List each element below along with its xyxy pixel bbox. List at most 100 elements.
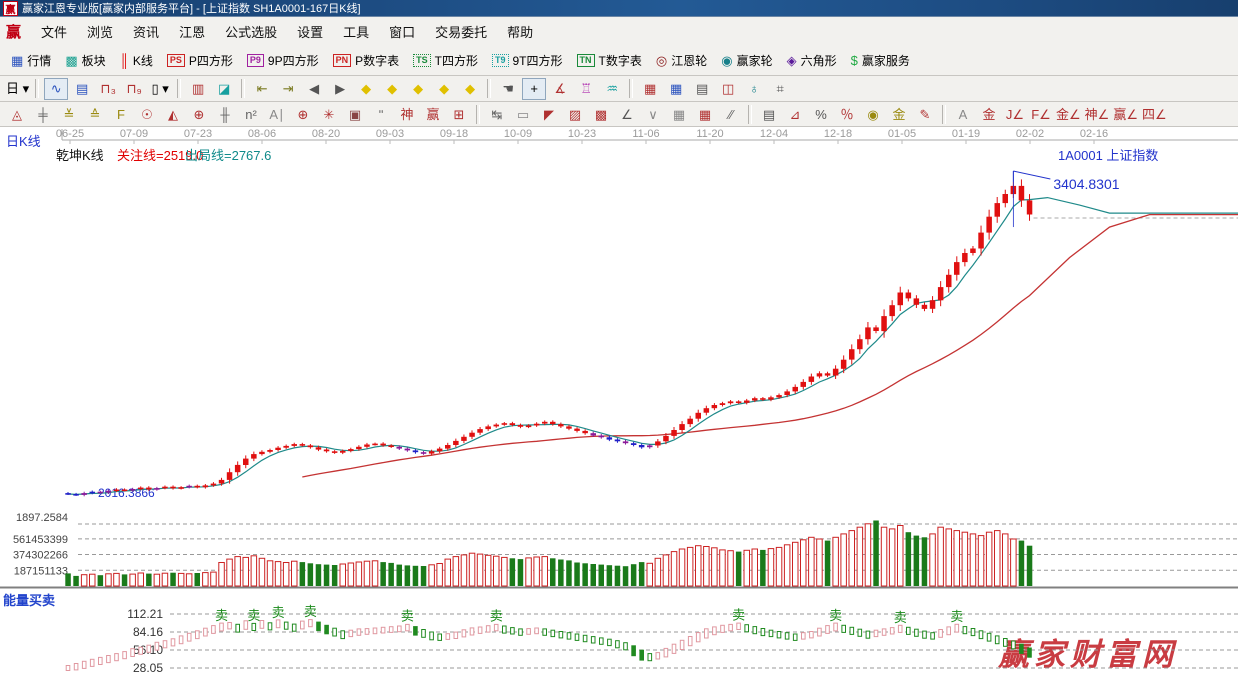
toolbar-sectors[interactable]: ▩板块 <box>59 50 111 71</box>
crosshair-icon[interactable]: + <box>522 78 546 100</box>
angle-a-icon[interactable]: A∣ <box>265 103 289 125</box>
price-ruler-icon[interactable]: ╪ <box>31 103 55 125</box>
angle-lines-icon[interactable]: ∠ <box>615 103 639 125</box>
gold-angle-icon[interactable]: 金 <box>977 103 1001 125</box>
gann-target-icon[interactable]: ⊕ <box>291 103 315 125</box>
zoom-right-icon[interactable]: ◆ <box>380 78 404 100</box>
toolbar-quotes[interactable]: ▦行情 <box>5 50 57 71</box>
time-ruler-icon[interactable]: ╫ <box>213 103 237 125</box>
child-window-icon[interactable]: 赢 <box>6 21 21 42</box>
calculator-icon[interactable]: ▦ <box>664 78 688 100</box>
parallel-lines-icon[interactable]: ⁄⁄ <box>719 103 743 125</box>
toolbar-9p-square[interactable]: P99P四方形 <box>241 50 325 71</box>
title-bar[interactable]: 赢 赢家江恩专业版[赢家内部服务平台] - [上证指数 SH1A0001-167… <box>0 0 1238 17</box>
menu-8[interactable]: 交易委托 <box>425 19 497 44</box>
pan-hand-icon[interactable]: ☚ <box>496 78 520 100</box>
menu-4[interactable]: 公式选股 <box>215 19 287 44</box>
toolbar-winner-wheel[interactable]: ◉赢家轮 <box>715 50 778 71</box>
svg-text:01-05: 01-05 <box>888 128 916 140</box>
gold-circle-icon[interactable]: ◉ <box>861 103 885 125</box>
sell-mark-label: 卖 <box>401 609 414 624</box>
j-angle-icon[interactable]: J∠ <box>1003 103 1027 125</box>
cycle-tool-icon[interactable]: ♒ <box>600 78 624 100</box>
percent-frame-icon[interactable]: ⊿ <box>783 103 807 125</box>
zoom-left-icon[interactable]: ◆ <box>354 78 378 100</box>
toolbar-t-square[interactable]: TST四方形 <box>407 50 484 71</box>
n-square-icon[interactable]: n² <box>239 103 263 125</box>
seal-tool-icon[interactable]: ◬ <box>5 103 29 125</box>
toolbar-winner-service[interactable]: $赢家服务 <box>845 50 916 71</box>
period-selector-icon[interactable]: 日 ▾ <box>5 78 30 100</box>
seal-2-icon[interactable]: ◭ <box>161 103 185 125</box>
toolbar-t-number-table[interactable]: TNT数字表 <box>571 50 648 71</box>
candle-style-icon[interactable]: ▯ ▾ <box>148 78 172 100</box>
span-measure-icon[interactable]: ↹ <box>485 103 509 125</box>
stats-column-icon[interactable]: ▤ <box>757 103 781 125</box>
toolbar-hexagon[interactable]: ◈六角形 <box>781 50 843 71</box>
shen-angle-icon[interactable]: 神∠ <box>1084 103 1111 125</box>
menu-9[interactable]: 帮助 <box>497 19 543 44</box>
chip-distribution-icon[interactable]: ▥ <box>186 78 210 100</box>
menu-7[interactable]: 窗口 <box>379 19 425 44</box>
nav-prev-icon[interactable]: ◀ <box>302 78 326 100</box>
grid-red-icon[interactable]: ▦ <box>693 103 717 125</box>
shen-tool-icon[interactable]: 神 <box>395 103 419 125</box>
menu-0[interactable]: 文件 <box>31 19 77 44</box>
menu-2[interactable]: 资讯 <box>123 19 169 44</box>
toolbar-kline[interactable]: ║K线 <box>114 50 159 71</box>
fan-box-2-icon[interactable]: ▩ <box>589 103 613 125</box>
chart-area[interactable]: 日K线 乾坤K线 关注线=2519.0 出局线=2767.6 1A0001 上证… <box>0 127 1238 679</box>
menu-6[interactable]: 工具 <box>333 19 379 44</box>
candlestick-chart-canvas[interactable]: 06-2507-0907-2308-0608-2009-0309-1810-09… <box>0 127 1238 679</box>
price-grid-icon[interactable]: ⊞ <box>447 103 471 125</box>
zoom-out-icon[interactable]: ◆ <box>458 78 482 100</box>
ray-fan-icon[interactable]: ◤ <box>537 103 561 125</box>
zigzag-icon[interactable]: ∨ <box>641 103 665 125</box>
notes-icon[interactable]: ▤ <box>690 78 714 100</box>
toolbar-gann-wheel[interactable]: ◎江恩轮 <box>650 50 713 71</box>
bars-9-icon[interactable]: ⊓₉ <box>122 78 146 100</box>
a-strike-icon[interactable]: A <box>951 103 975 125</box>
win-tool-icon[interactable]: 赢 <box>421 103 445 125</box>
menu-3[interactable]: 江恩 <box>169 19 215 44</box>
gann-star-icon[interactable]: ✳ <box>317 103 341 125</box>
grid-gray-icon[interactable]: ▦ <box>667 103 691 125</box>
toolbar-p-square[interactable]: PSP四方形 <box>161 50 239 71</box>
toolbar-9t-square[interactable]: T99T四方形 <box>486 50 569 71</box>
time-circle-icon[interactable]: ⊕ <box>187 103 211 125</box>
nav-next-icon[interactable]: ▶ <box>328 78 352 100</box>
win-angle-icon[interactable]: 赢∠ <box>1112 103 1139 125</box>
gold-angle-2-icon[interactable]: 金∠ <box>1055 103 1082 125</box>
spiral-tool-icon[interactable]: ☉ <box>135 103 159 125</box>
zoom-in-icon[interactable]: ◆ <box>432 78 456 100</box>
gann-box-icon[interactable]: ▣ <box>343 103 367 125</box>
f-angle-icon[interactable]: F∠ <box>1029 103 1053 125</box>
four-angle-icon[interactable]: 四∠ <box>1141 103 1168 125</box>
trend-wave-icon[interactable]: ∿ <box>44 78 68 100</box>
magenta-tool-icon[interactable]: ♖ <box>574 78 598 100</box>
web-download-icon[interactable]: ♁ <box>742 78 766 100</box>
zoom-horizontal-icon[interactable]: ◆ <box>406 78 430 100</box>
percent-line-icon[interactable]: ％ <box>835 103 859 125</box>
menu-1[interactable]: 浏览 <box>77 19 123 44</box>
brush-tool-icon[interactable]: ✎ <box>913 103 937 125</box>
f10-info-icon[interactable]: ▤ <box>70 78 94 100</box>
tick-marks-icon[interactable]: ʺ <box>369 103 393 125</box>
angle-measure-icon[interactable]: ∡ <box>548 78 572 100</box>
rect-frame-icon[interactable]: ▭ <box>511 103 535 125</box>
gold-grid-2-icon[interactable]: ≙ <box>83 103 107 125</box>
nav-last-icon[interactable]: ⇥ <box>276 78 300 100</box>
nav-first-icon[interactable]: ⇤ <box>250 78 274 100</box>
toolbar-p-number-table[interactable]: PNP数字表 <box>327 50 406 71</box>
menu-5[interactable]: 设置 <box>287 19 333 44</box>
save-icon[interactable]: ◫ <box>716 78 740 100</box>
remote-pc-icon[interactable]: ⌗ <box>768 78 792 100</box>
percent-icon[interactable]: % <box>809 103 833 125</box>
fibo-band-icon[interactable]: F <box>109 103 133 125</box>
fan-box-icon[interactable]: ▨ <box>563 103 587 125</box>
volume-profile-icon[interactable]: ◪ <box>212 78 236 100</box>
bars-3-icon[interactable]: ⊓₃ <box>96 78 120 100</box>
gold-line-icon[interactable]: 金 <box>887 103 911 125</box>
gold-grid-1-icon[interactable]: ≚ <box>57 103 81 125</box>
calendar-icon[interactable]: ▦ <box>638 78 662 100</box>
